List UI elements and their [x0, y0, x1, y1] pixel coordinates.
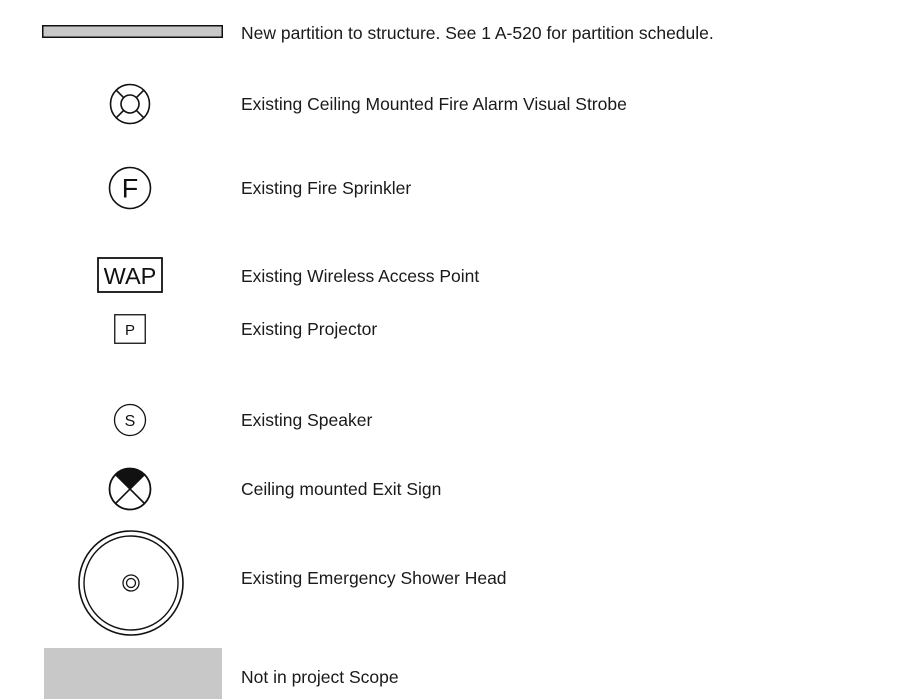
projector-letter: P [125, 322, 135, 339]
legend-label-speaker: Existing Speaker [241, 410, 373, 430]
not-in-scope-swatch [44, 648, 222, 699]
visual-strobe-icon [109, 83, 151, 125]
speaker-icon: S [113, 403, 147, 437]
legend-label-emergency-shower-head: Existing Emergency Shower Head [241, 568, 507, 588]
legend-label-projector: Existing Projector [241, 319, 378, 339]
emergency-shower-head-icon [78, 530, 184, 636]
wap-text: WAP [104, 263, 157, 289]
legend-label-exit-sign: Ceiling mounted Exit Sign [241, 479, 442, 499]
fire-sprinkler-letter: F [122, 174, 139, 204]
new-partition-bar [42, 25, 223, 38]
wireless-access-point-icon: WAP [97, 257, 163, 293]
exit-sign-icon [108, 467, 152, 511]
projector-icon: P [114, 314, 146, 344]
legend-page: { "legend": { "items": [ {"symbol": "new… [0, 0, 902, 699]
speaker-letter: S [125, 413, 136, 430]
legend-label-visual-strobe: Existing Ceiling Mounted Fire Alarm Visu… [241, 94, 627, 114]
legend-label-not-in-scope: Not in project Scope [241, 667, 399, 687]
legend-label-new-partition: New partition to structure. See 1 A-520 … [241, 23, 714, 43]
legend-label-fire-sprinkler: Existing Fire Sprinkler [241, 178, 412, 198]
fire-sprinkler-icon: F [108, 166, 152, 210]
legend-label-wireless-access-point: Existing Wireless Access Point [241, 266, 480, 286]
